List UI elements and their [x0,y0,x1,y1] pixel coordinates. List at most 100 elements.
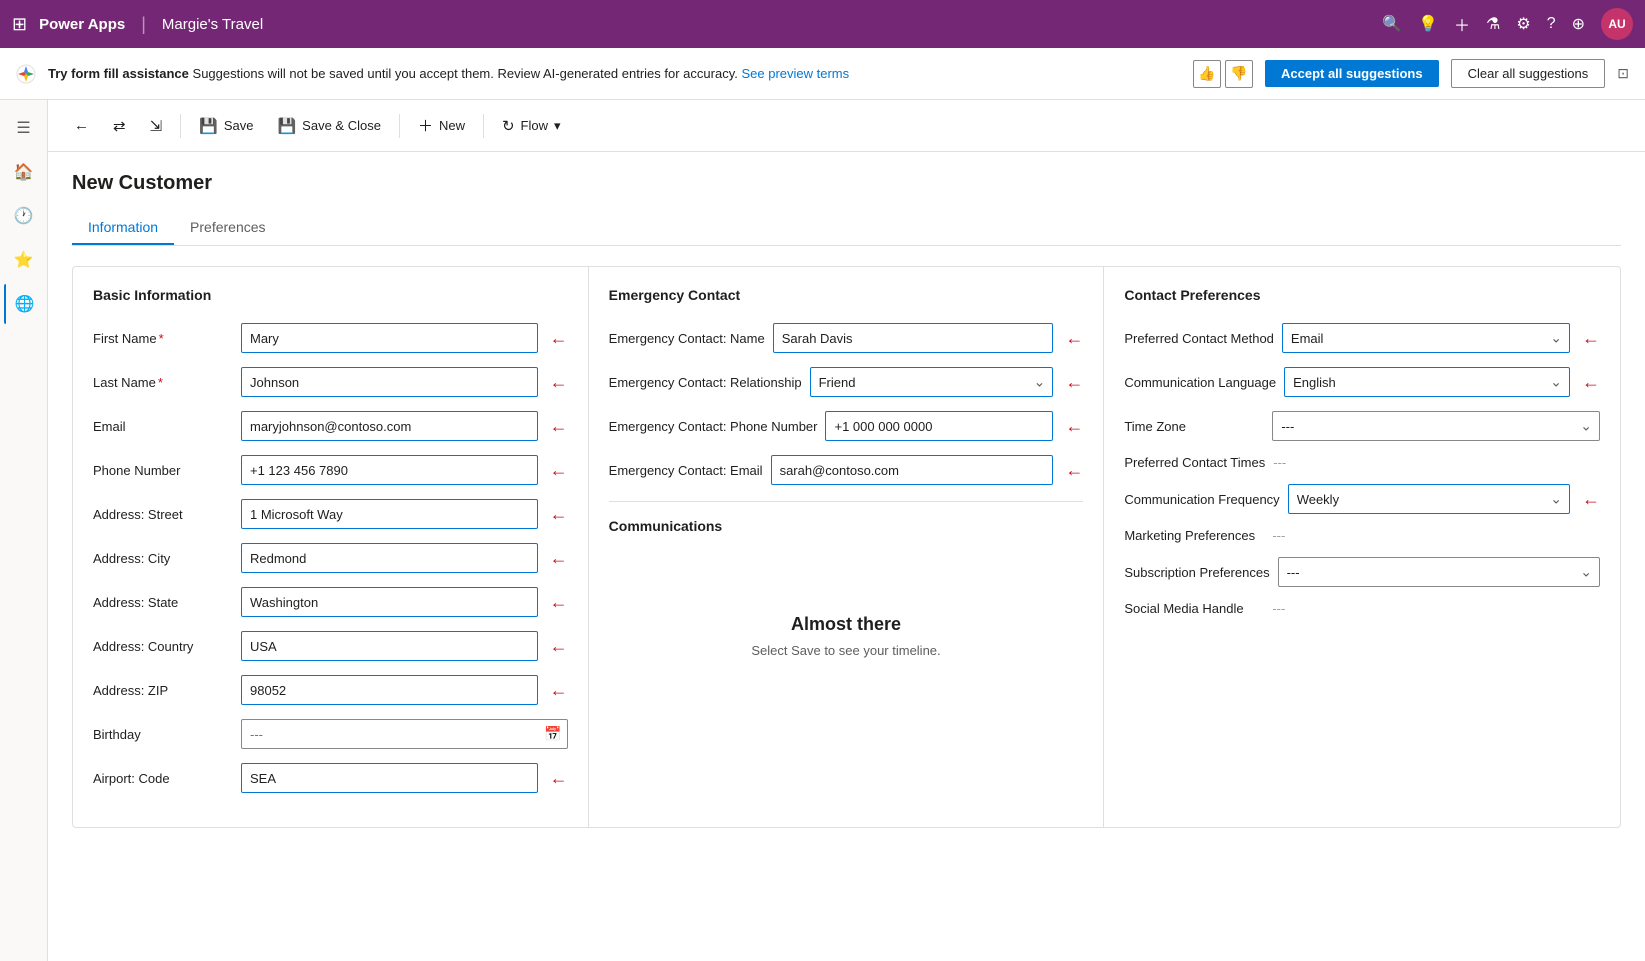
app-layout: ☰ 🏠 🕐 ⭐ 🌐 ← ⇄ ⇲ 💾 Save 💾 Save & [0,100,1645,961]
email-input[interactable] [241,411,538,441]
search-icon[interactable]: 🔍 [1382,14,1402,34]
thumbdown-button[interactable]: 👎 [1225,60,1253,88]
field-row-social: Social Media Handle --- [1124,601,1600,616]
side-panel-icon[interactable]: ⊡ [1617,65,1629,82]
last-name-required: * [158,375,163,390]
language-arrow: ← [1582,372,1600,393]
field-row-contact-method: Preferred Contact Method Email Phone Mai… [1124,323,1600,353]
nav-separator: | [141,14,146,35]
subscription-select[interactable]: --- Newsletter Promotions [1278,557,1600,587]
sidebar-menu-icon[interactable]: ☰ [4,108,44,148]
airport-input-wrap [241,763,538,793]
timezone-select[interactable]: --- PST EST [1272,411,1600,441]
birthday-label: Birthday [93,727,233,742]
ec-relationship-select[interactable]: Friend Spouse Parent Sibling [810,367,1054,397]
contact-times-value: --- [1273,455,1286,470]
ec-relationship-select-wrap: Friend Spouse Parent Sibling [810,367,1054,397]
add-icon[interactable]: ＋ [1454,12,1470,36]
street-arrow: ← [550,504,568,525]
lightbulb-icon[interactable]: 💡 [1418,14,1438,34]
phone-input[interactable] [241,455,538,485]
field-row-language: Communication Language English Spanish F… [1124,367,1600,397]
avatar[interactable]: AU [1601,8,1633,40]
field-row-street: Address: Street ← [93,499,568,529]
ec-email-arrow: ← [1065,460,1083,481]
back-button[interactable]: ← [64,111,99,140]
help-icon[interactable]: ? [1547,15,1556,33]
first-name-required: * [159,331,164,346]
save-close-button[interactable]: 💾 Save & Close [267,111,390,141]
country-input-wrap [241,631,538,661]
suggestion-thumbs: 👍 👎 [1193,60,1253,88]
basic-info-title: Basic Information [93,287,568,303]
filter-icon[interactable]: ⚗ [1486,14,1500,34]
city-input[interactable] [241,543,538,573]
communications-subsection: Communications Almost there Select Save … [609,501,1084,678]
language-select[interactable]: English Spanish French [1284,367,1570,397]
street-input[interactable] [241,499,538,529]
left-sidebar: ☰ 🏠 🕐 ⭐ 🌐 [0,100,48,961]
toolbar-divider-1 [180,114,181,138]
field-row-marketing: Marketing Preferences --- [1124,528,1600,543]
sidebar-globe-icon[interactable]: 🌐 [4,284,44,324]
first-name-input[interactable] [241,323,538,353]
first-name-input-wrap [241,323,538,353]
sidebar-home-icon[interactable]: 🏠 [4,152,44,192]
subscription-select-wrap: --- Newsletter Promotions [1278,557,1600,587]
app-name: Power Apps [39,16,125,33]
last-name-input[interactable] [241,367,538,397]
save-close-label: Save & Close [302,118,381,133]
settings-icon[interactable]: ⚙ [1516,14,1530,34]
sidebar-pinned-icon[interactable]: ⭐ [4,240,44,280]
form-grid: Basic Information First Name* ← Last Nam… [72,266,1621,828]
zip-arrow: ← [550,680,568,701]
marketing-label: Marketing Preferences [1124,528,1264,543]
thumbup-button[interactable]: 👍 [1193,60,1221,88]
field-row-city: Address: City ← [93,543,568,573]
first-name-label: First Name* [93,331,233,346]
contact-method-select[interactable]: Email Phone Mail [1282,323,1570,353]
emergency-title: Emergency Contact [609,287,1084,303]
field-row-ec-name: Emergency Contact: Name ← [609,323,1084,353]
accept-all-button[interactable]: Accept all suggestions [1265,60,1439,87]
suggestion-main: Suggestions will not be saved until you … [189,66,742,81]
phone-input-wrap [241,455,538,485]
last-name-label: Last Name* [93,375,233,390]
ec-name-input[interactable] [773,323,1054,353]
tab-information[interactable]: Information [72,211,174,245]
expand-button[interactable]: ⇲ [140,111,173,141]
state-arrow: ← [550,592,568,613]
ec-phone-label: Emergency Contact: Phone Number [609,419,818,434]
field-row-contact-times: Preferred Contact Times --- [1124,455,1600,470]
tab-preferences[interactable]: Preferences [174,211,281,245]
comm-frequency-select[interactable]: Weekly Monthly Daily [1288,484,1570,514]
ec-phone-input[interactable] [825,411,1053,441]
contact-method-arrow: ← [1582,328,1600,349]
preview-terms-link[interactable]: See preview terms [741,66,849,81]
ec-name-arrow: ← [1065,328,1083,349]
calendar-icon[interactable]: 📅 [544,726,561,743]
zip-input[interactable] [241,675,538,705]
comm-frequency-select-wrap: Weekly Monthly Daily [1288,484,1570,514]
new-button[interactable]: ＋ New [408,109,475,142]
clear-all-button[interactable]: Clear all suggestions [1451,59,1606,88]
language-label: Communication Language [1124,375,1276,390]
flow-button[interactable]: ↻ Flow ▾ [492,111,571,141]
ai-icon [16,64,36,84]
new-label: New [439,118,465,133]
contact-times-label: Preferred Contact Times [1124,455,1265,470]
refresh-button[interactable]: ⇄ [103,111,136,141]
country-input[interactable] [241,631,538,661]
marketing-value: --- [1272,528,1285,543]
email-input-wrap [241,411,538,441]
state-input[interactable] [241,587,538,617]
save-button[interactable]: 💾 Save [189,111,263,141]
birthday-input[interactable] [241,719,568,749]
comm-frequency-label: Communication Frequency [1124,492,1279,507]
waffle-icon[interactable]: ⊞ [12,14,27,35]
airport-input[interactable] [241,763,538,793]
external-icon[interactable]: ⊕ [1572,14,1585,34]
sidebar-recent-icon[interactable]: 🕐 [4,196,44,236]
contact-method-select-wrap: Email Phone Mail [1282,323,1570,353]
ec-email-input[interactable] [771,455,1054,485]
